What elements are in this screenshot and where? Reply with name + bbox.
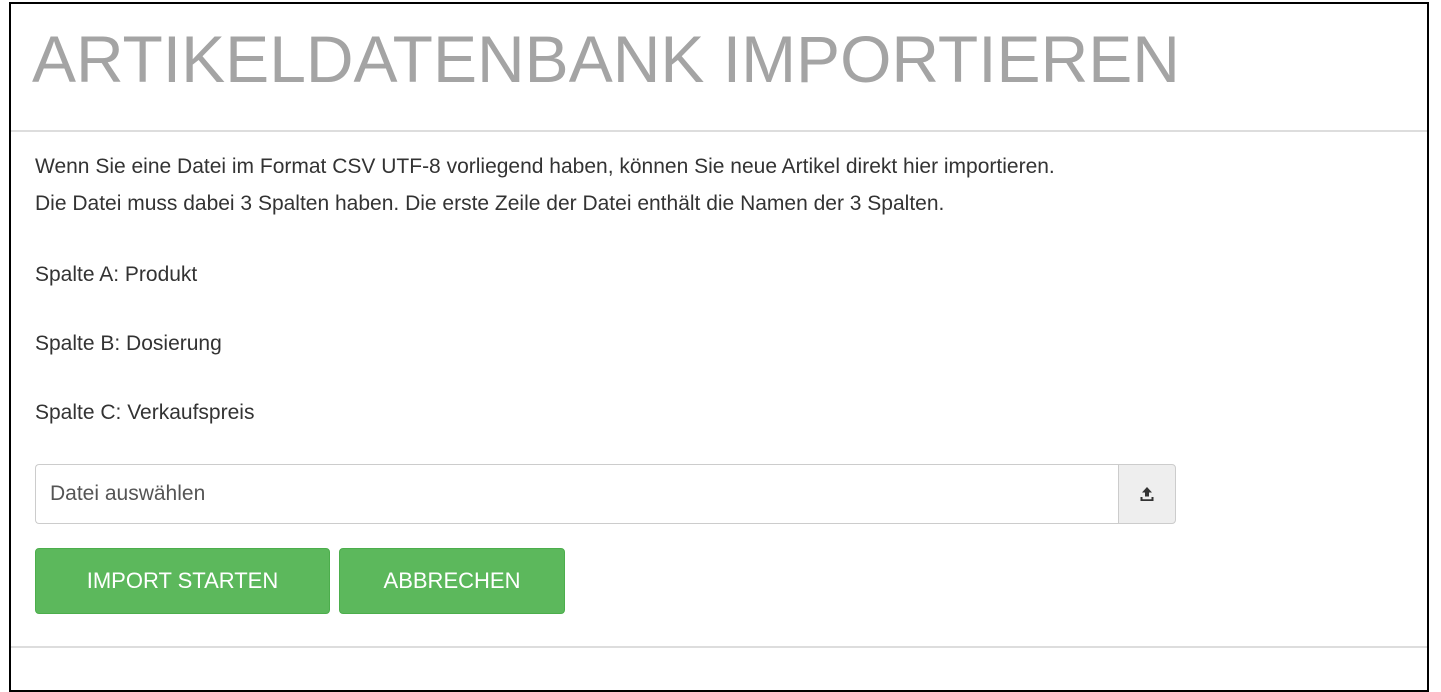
cancel-button[interactable]: ABBRECHEN [339,548,565,614]
upload-icon [1140,487,1154,501]
column-b-label: Spalte B: Dosierung [35,332,222,355]
import-description: Wenn Sie eine Datei im Format CSV UTF-8 … [35,148,1415,222]
import-panel: ARTIKELDATENBANK IMPORTIEREN Wenn Sie ei… [9,2,1429,692]
column-c-label: Spalte C: Verkaufspreis [35,401,255,424]
description-line-2: Die Datei muss dabei 3 Spalten haben. Di… [35,192,945,215]
panel-header: ARTIKELDATENBANK IMPORTIEREN [11,4,1427,132]
upload-button[interactable] [1118,464,1176,524]
footer-divider [11,646,1427,648]
start-import-button[interactable]: IMPORT STARTEN [35,548,330,614]
file-picker [35,464,1176,524]
description-line-1: Wenn Sie eine Datei im Format CSV UTF-8 … [35,155,1055,178]
file-path-input[interactable] [35,464,1118,524]
page-title: ARTIKELDATENBANK IMPORTIEREN [32,22,1180,96]
column-a-label: Spalte A: Produkt [35,263,198,286]
